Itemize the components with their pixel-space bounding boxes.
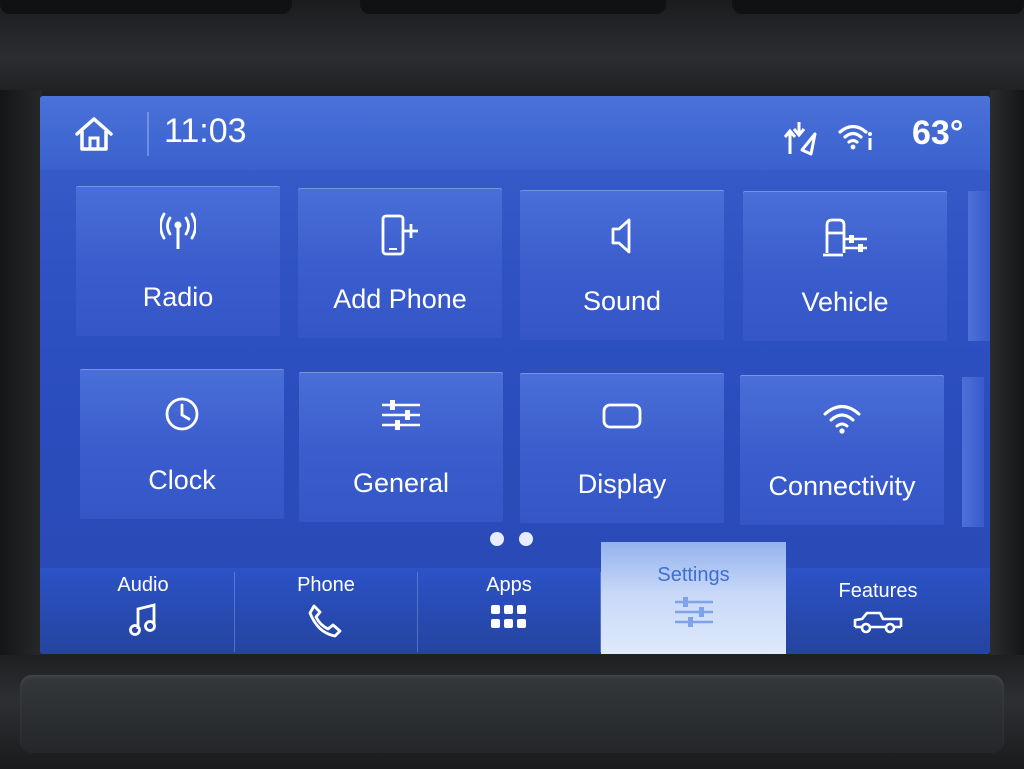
bezel-vent — [732, 0, 1024, 14]
outside-temperature: 63° — [912, 114, 964, 152]
nav-features[interactable]: Features — [786, 568, 970, 654]
tile-vehicle[interactable]: Vehicle — [743, 191, 947, 341]
nav-apps[interactable]: Apps — [418, 568, 600, 654]
home-icon — [75, 117, 113, 151]
tile-sound[interactable]: Sound — [520, 190, 724, 340]
status-divider — [147, 112, 149, 156]
tile-label: Radio — [142, 282, 214, 312]
nav-label: Features — [838, 580, 918, 602]
status-bar: 11:03 63° — [40, 96, 990, 170]
bezel-vent — [360, 0, 666, 14]
navigation-arrows-icon — [783, 122, 817, 156]
music-note-icon — [129, 603, 156, 636]
tile-connectivity[interactable]: Connectivity — [740, 375, 944, 525]
radio-antenna-icon — [160, 212, 196, 249]
tile-radio[interactable]: Radio — [76, 186, 280, 336]
page-indicator-dot[interactable] — [519, 532, 533, 546]
apps-grid-icon — [491, 605, 526, 628]
truck-icon — [853, 611, 903, 634]
wifi-hotspot-icon — [838, 124, 872, 150]
bezel-left — [0, 90, 42, 670]
tile-label: General — [352, 468, 450, 498]
tile-add-phone[interactable]: Add Phone — [298, 188, 502, 338]
settings-sliders-icon — [674, 597, 713, 627]
bezel-bottom — [0, 655, 1024, 769]
tile-label: Clock — [148, 465, 216, 495]
tile-label: Add Phone — [333, 284, 467, 314]
nav-audio[interactable]: Audio — [52, 568, 234, 654]
sliders-icon — [382, 400, 420, 430]
display-icon — [602, 403, 642, 429]
nav-settings-active[interactable]: Settings — [601, 542, 786, 654]
phone-handset-icon — [308, 604, 342, 638]
tile-label: Display — [577, 469, 667, 499]
bezel-right — [990, 90, 1024, 670]
tile-label: Connectivity — [768, 471, 916, 501]
tile-label: Sound — [582, 286, 662, 316]
nav-label: Phone — [297, 574, 355, 596]
tile-clock[interactable]: Clock — [80, 369, 284, 519]
next-page-tile-peek[interactable] — [962, 377, 984, 527]
clock-time: 11:03 — [164, 112, 247, 150]
bezel-top — [0, 0, 1024, 95]
tile-general[interactable]: General — [299, 372, 503, 522]
bezel-ledge — [20, 675, 1004, 753]
nav-phone[interactable]: Phone — [235, 568, 417, 654]
speaker-icon — [611, 218, 631, 254]
home-button[interactable] — [72, 114, 116, 154]
tile-display[interactable]: Display — [520, 373, 724, 523]
nav-label: Settings — [657, 564, 730, 586]
clock-icon — [165, 397, 199, 431]
vehicle-settings-icon — [823, 218, 867, 257]
next-page-tile-peek[interactable] — [968, 191, 990, 341]
wifi-icon — [823, 405, 861, 434]
infotainment-screen: 11:03 63° Radio Add Phone Sound Vehicle … — [40, 96, 990, 654]
nav-label: Apps — [486, 574, 532, 596]
tile-label: Vehicle — [801, 287, 889, 317]
add-phone-icon — [381, 214, 418, 256]
page-indicator-dot[interactable] — [490, 532, 504, 546]
bezel-vent — [0, 0, 292, 14]
nav-label: Audio — [117, 574, 169, 596]
